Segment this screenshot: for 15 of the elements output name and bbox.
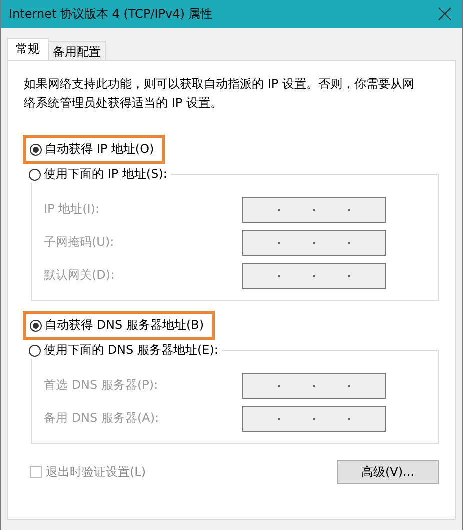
- radio-option[interactable]: 自动获得 DNS 服务器地址(B): [30, 317, 204, 334]
- tab[interactable]: 备用配置: [48, 41, 106, 60]
- radio-option[interactable]: 使用下面的 IP 地址(S):: [29, 166, 172, 183]
- radio-option[interactable]: 使用下面的 DNS 服务器地址(E):: [29, 342, 222, 359]
- description-text: 如果网络支持此功能，则可以获取自动指派的 IP 设置。否则，你需要从网络系统管理员处获得适当的 IP 设置。: [24, 76, 416, 112]
- close-icon[interactable]: [438, 7, 452, 21]
- advanced-button[interactable]: 高级(V)...: [337, 460, 439, 484]
- field-label: 子网掩码(U):: [44, 234, 114, 251]
- tab[interactable]: 常规: [7, 38, 49, 60]
- window-title: Internet 协议版本 4 (TCP/IPv4) 属性: [9, 6, 213, 22]
- field-label: IP 地址(I):: [44, 201, 100, 218]
- radio-option[interactable]: 自动获得 IP 地址(O): [30, 141, 154, 158]
- field-label: 备用 DNS 服务器(A):: [44, 410, 160, 427]
- field-label: 默认网关(D):: [44, 267, 115, 284]
- field-label: 首选 DNS 服务器(P):: [44, 377, 158, 394]
